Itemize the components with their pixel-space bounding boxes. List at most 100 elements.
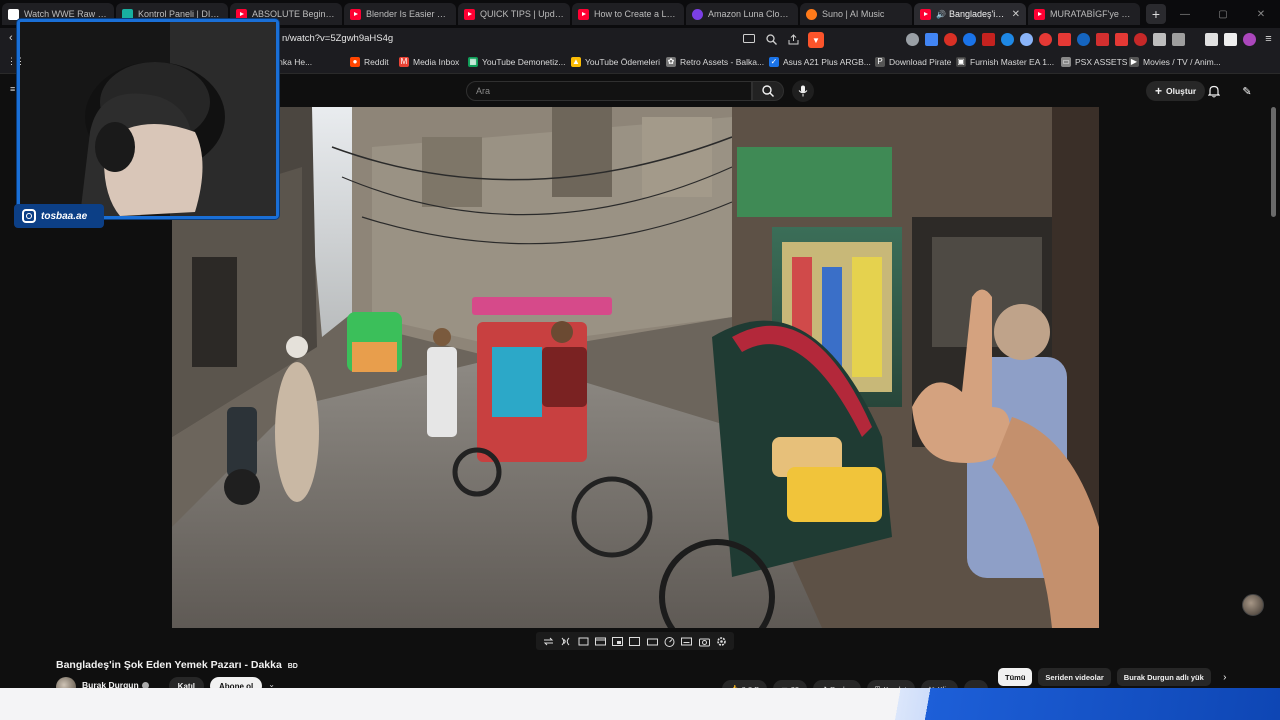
tab-label: Kontrol Paneli | DISBO (138, 9, 222, 19)
bookmark-label: PSX ASSETS (1075, 57, 1128, 67)
bookmark-label: Download Pirate (889, 57, 952, 67)
video-player[interactable] (172, 107, 1099, 628)
translate-extension-icon[interactable] (925, 33, 938, 46)
browser-tab[interactable]: Suno | AI Music (800, 3, 912, 25)
youtube-favicon-icon (578, 8, 589, 20)
close-window-icon[interactable]: ✕ (1242, 9, 1280, 20)
extension-icon[interactable] (906, 33, 919, 46)
microphone-icon (798, 85, 808, 97)
create-label: Oluştur (1166, 86, 1197, 96)
drive-icon: ▲ (571, 57, 581, 67)
browser-left-controls: ‹ ⋮⋮ ≡ (0, 28, 25, 108)
search-button[interactable] (752, 81, 784, 101)
create-button[interactable]: + Oluştur (1146, 81, 1206, 101)
extension-icon[interactable] (982, 33, 995, 46)
cast-icon[interactable] (742, 32, 756, 46)
settings-gear-icon[interactable] (715, 635, 728, 648)
screenshot-icon[interactable] (577, 635, 590, 648)
browser-tab[interactable]: QUICK TIPS | Update (458, 3, 570, 25)
notifications-button[interactable] (1206, 83, 1222, 99)
bookmark-item[interactable]: ▦ YouTube Demonetiz... (468, 57, 565, 67)
zoom-icon[interactable] (764, 32, 778, 46)
video-extension-toolbar (536, 632, 734, 650)
bookmark-item[interactable]: ✓ Asus A21 Plus ARGB... (769, 57, 871, 67)
maximize-icon[interactable]: ▢ (1204, 9, 1242, 20)
extensions-puzzle-icon[interactable] (1153, 33, 1166, 46)
amazon-luna-favicon-icon (692, 8, 703, 20)
picture-in-picture-icon[interactable] (611, 635, 624, 648)
miniplayer-icon[interactable] (628, 635, 641, 648)
screenshot-icon[interactable] (1172, 33, 1185, 46)
instagram-handle: tosbaa.ae (41, 210, 88, 222)
account-icon[interactable]: ✎ (1238, 82, 1256, 100)
bookmark-label: YouTube Ödemeleri (585, 57, 660, 67)
bookmark-item[interactable]: ● Reddit (350, 57, 389, 67)
url-field[interactable]: n/watch?v=5Zgwh9aHS4g (282, 33, 393, 44)
browser-tab[interactable]: MURATABİGF'ye Eşek (1028, 3, 1140, 25)
extension-icon[interactable] (1058, 33, 1071, 46)
theater-mode-icon[interactable] (594, 635, 607, 648)
bookmark-item[interactable]: ▲ YouTube Ödemeleri (571, 57, 660, 67)
speed-icon[interactable] (663, 635, 676, 648)
bookmark-item[interactable]: ▣ Furnish Master EA 1... (956, 57, 1054, 67)
instagram-icon (22, 209, 36, 223)
filter-chip[interactable]: Seriden videolar (1038, 668, 1111, 686)
extension-icon[interactable] (1001, 33, 1014, 46)
menu-icon[interactable]: ≡ (10, 84, 15, 94)
media-controls-icon[interactable] (1205, 33, 1218, 46)
sidebar-toggle-icon[interactable] (1224, 33, 1237, 46)
bookmark-item[interactable]: P Download Pirate (875, 57, 951, 67)
profile-icon[interactable] (1243, 33, 1256, 46)
filter-chip[interactable]: Tümü (998, 668, 1033, 686)
extension-icon[interactable] (1020, 33, 1033, 46)
cast-icon[interactable] (559, 635, 572, 648)
bell-icon (1208, 85, 1220, 97)
audio-playing-icon[interactable]: 🔊 (936, 10, 946, 19)
minimize-icon[interactable]: — (1166, 9, 1204, 20)
bookmark-item[interactable]: ▶ Movies / TV / Anim... (1129, 57, 1221, 67)
subtitles-icon[interactable] (680, 635, 693, 648)
apps-grid-icon[interactable]: ⋮⋮ (7, 56, 25, 67)
bookmark-item[interactable]: ▭ PSX ASSETS (1061, 57, 1127, 67)
voice-search-button[interactable] (792, 80, 814, 102)
close-tab-icon[interactable]: ✕ (1012, 9, 1020, 20)
floating-avatar[interactable] (1242, 594, 1264, 616)
doc-favicon-icon (8, 8, 19, 20)
browser-tab[interactable]: How to Create a Low P (572, 3, 684, 25)
extension-icon[interactable] (1134, 33, 1147, 46)
search-input[interactable]: Ara (466, 81, 752, 101)
back-icon[interactable]: ‹ (9, 32, 13, 44)
browser-tab[interactable]: Blender Is Easier Than (344, 3, 456, 25)
gear-icon: ✿ (666, 57, 676, 67)
page-scrollbar[interactable] (1271, 107, 1276, 217)
tab-label: Blender Is Easier Than (366, 9, 450, 19)
extension-icon[interactable] (963, 33, 976, 46)
filter-chip[interactable]: Burak Durgun adlı yük (1116, 668, 1211, 686)
brave-shields-icon[interactable]: ▼ (808, 32, 824, 48)
search-icon (762, 85, 774, 97)
check-icon: ✓ (769, 57, 779, 67)
extension-icon[interactable] (944, 33, 957, 46)
bookmark-item[interactable]: ✿ Retro Assets - Balka... (666, 57, 764, 67)
share-page-icon[interactable] (786, 32, 800, 46)
youtube-favicon-icon (1034, 8, 1045, 20)
camera-icon[interactable] (698, 635, 711, 648)
new-tab-button[interactable]: + (1146, 4, 1166, 24)
widescreen-icon[interactable] (646, 635, 659, 648)
taskbar-accent (900, 688, 1280, 720)
bookmark-label: Reddit (364, 57, 389, 67)
browser-tab[interactable]: Amazon Luna Cloud G (686, 3, 798, 25)
extension-icon[interactable] (1096, 33, 1109, 46)
chevron-right-icon[interactable]: › (1217, 669, 1233, 685)
extension-icon[interactable] (1115, 33, 1128, 46)
extension-icon[interactable] (1039, 33, 1052, 46)
browser-menu-icon[interactable]: ≡ (1262, 33, 1275, 46)
bookmark-item[interactable]: M Media Inbox (399, 57, 459, 67)
loop-icon[interactable] (542, 635, 555, 648)
browser-tab[interactable]: 🔊 Bangladeş'in Şo ✕ (914, 3, 1026, 25)
youtube-favicon-icon (350, 8, 361, 20)
video-title-text: Bangladeş'in Şok Eden Yemek Pazarı - Dak… (56, 659, 282, 671)
related-filter-chips: Tümü Seriden videolar Burak Durgun adlı yü… (998, 668, 1233, 686)
extension-icon[interactable] (1077, 33, 1090, 46)
